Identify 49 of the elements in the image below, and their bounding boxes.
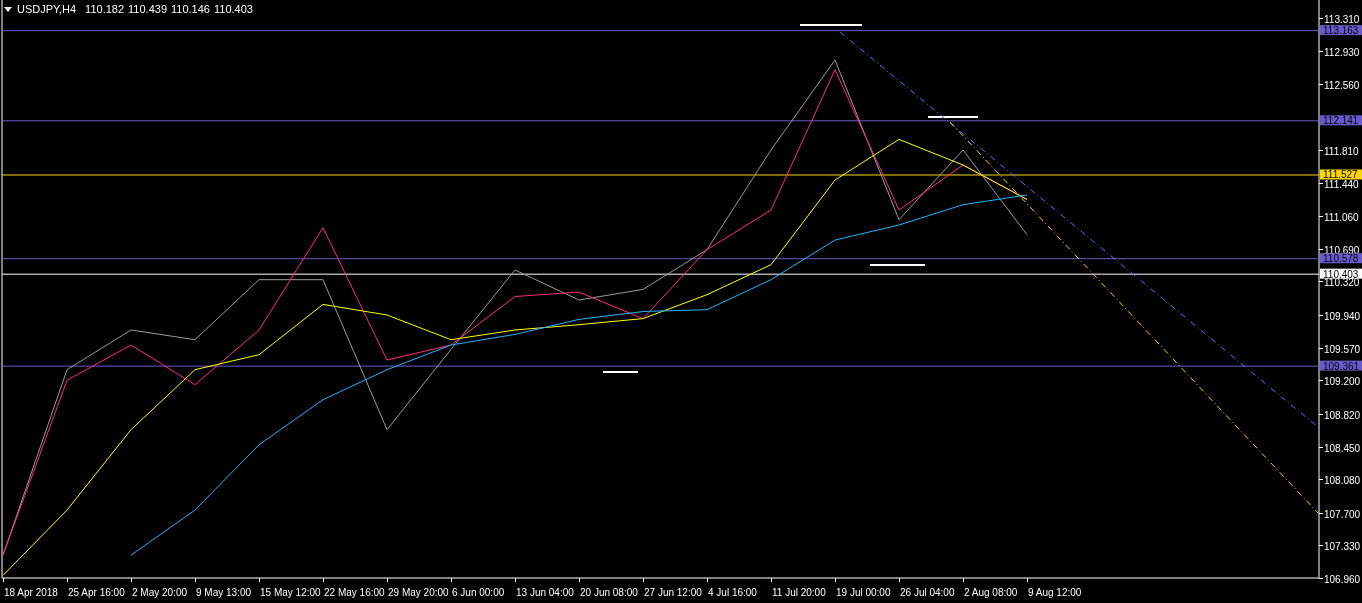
time-axis-label: 6 Jun 00:00 — [452, 587, 505, 598]
time-axis-label: 9 Aug 12:00 — [1028, 587, 1082, 598]
price-value: 110.439 — [128, 3, 167, 15]
price-axis-label: 109.200 — [1324, 375, 1361, 387]
price-axis-label: 109.570 — [1324, 343, 1361, 355]
price-axis-label: 111.810 — [1324, 145, 1359, 157]
price-axis-label: 108.820 — [1324, 409, 1361, 421]
level-marker[interactable] — [927, 116, 979, 118]
level-marker[interactable] — [799, 24, 863, 26]
time-axis-label: 4 Jul 16:00 — [708, 587, 757, 598]
price-level-label: 111.527 — [1320, 169, 1362, 181]
time-axis-label: 9 May 13:00 — [196, 587, 252, 598]
time-axis-label: 26 Jul 04:00 — [900, 587, 955, 598]
price-axis-label: 109.940 — [1324, 310, 1361, 322]
level-marker[interactable] — [869, 264, 926, 266]
time-axis-label: 15 May 12:00 — [260, 587, 321, 598]
price-level-label: 110.403 — [1320, 268, 1362, 280]
time-axis-label: 18 Apr 2018 — [4, 587, 58, 598]
price-axis-label: 111.440 — [1324, 178, 1359, 190]
price-axis-label: 107.330 — [1324, 540, 1361, 552]
symbol-label: USDJPY,H4 — [17, 3, 77, 15]
time-axis-label: 2 May 20:00 — [132, 587, 188, 598]
time-axis-label: 27 Jun 12:00 — [644, 587, 702, 598]
price-level-label: 109.361 — [1320, 360, 1362, 372]
price-axis-label: 110.690 — [1324, 244, 1360, 256]
price-axis-label: 107.700 — [1324, 508, 1361, 520]
price-axis-label: 106.960 — [1324, 573, 1361, 585]
price-axis-label: 108.450 — [1324, 442, 1361, 454]
price-axis-label: 108.080 — [1324, 474, 1361, 486]
time-axis-label: 13 Jun 04:00 — [516, 587, 574, 598]
price-level-label: 110.578 — [1320, 253, 1362, 265]
time-axis-label: 19 Jul 00:00 — [836, 587, 891, 598]
time-axis-label: 20 Jun 08:00 — [580, 587, 638, 598]
price-axis-label: 111.060 — [1324, 211, 1359, 223]
level-marker[interactable] — [602, 371, 639, 373]
price-axis-label: 113.310 — [1324, 13, 1360, 25]
price-level-label: 112.141 — [1320, 115, 1362, 127]
time-axis-label: 25 Apr 16:00 — [68, 587, 125, 598]
price-value: 110.182 — [85, 3, 125, 15]
price-axis-label: 112.930 — [1324, 46, 1360, 58]
time-axis-label: 22 May 16:00 — [324, 587, 385, 598]
time-axis-label: 29 May 20:00 — [388, 587, 449, 598]
price-value: 110.146 — [171, 3, 210, 15]
price-axis-label: 112.560 — [1324, 79, 1360, 91]
price-level-label: 113.163 — [1320, 25, 1362, 37]
dropdown-triangle-icon[interactable] — [4, 6, 12, 12]
price-value: 110.403 — [213, 3, 253, 15]
time-axis-label: 2 Aug 08:00 — [964, 587, 1018, 598]
time-axis-label: 11 Jul 20:00 — [772, 587, 826, 598]
